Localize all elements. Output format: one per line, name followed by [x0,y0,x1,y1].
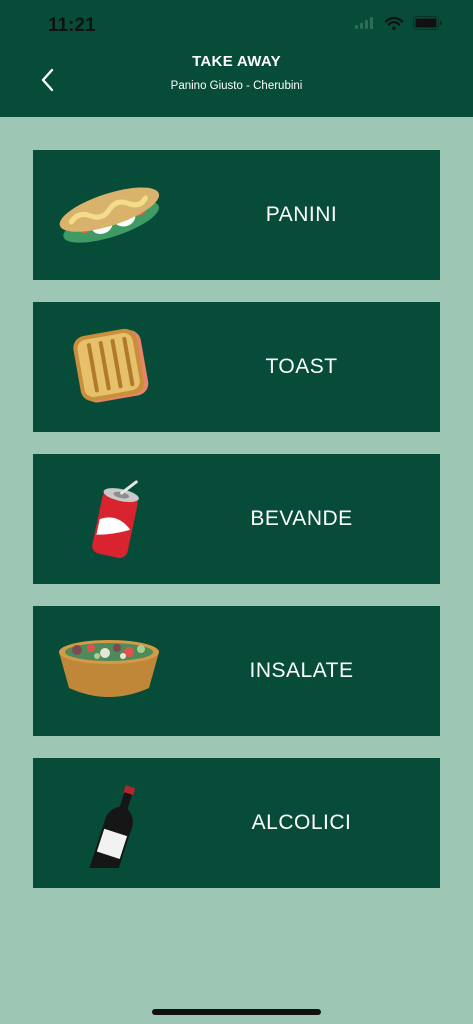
status-icons [355,16,443,30]
category-label: INSALATE [249,659,354,682]
category-label: ALCOLICI [251,811,352,834]
wifi-icon [385,16,403,30]
app-header: 11:21 TAKE AWAY Panino Giusto - Cherubin… [0,0,473,117]
category-insalate[interactable]: INSALATE [33,606,440,736]
page-title: TAKE AWAY [192,53,281,70]
category-panini[interactable]: PANINI [33,150,440,280]
category-menu: PANINI TOAST BEVANDE INSALATE ALCOLICI [33,150,440,888]
home-indicator[interactable] [152,1009,321,1015]
soda-can-icon [92,480,139,558]
battery-icon [413,16,442,30]
salad-bowl-icon [59,640,159,697]
toast-icon [73,328,149,403]
category-label: TOAST [265,355,338,378]
category-bevande[interactable]: BEVANDE [33,454,440,584]
wine-bottle-icon [89,785,135,868]
category-label: BEVANDE [250,507,353,530]
category-toast[interactable]: TOAST [33,302,440,432]
category-label: PANINI [265,203,338,226]
signal-icon [355,17,373,29]
category-alcolici[interactable]: ALCOLICI [33,758,440,888]
page-subtitle: Panino Giusto - Cherubini [170,80,303,92]
status-time: 11:21 [48,15,96,36]
sandwich-icon [59,187,160,243]
